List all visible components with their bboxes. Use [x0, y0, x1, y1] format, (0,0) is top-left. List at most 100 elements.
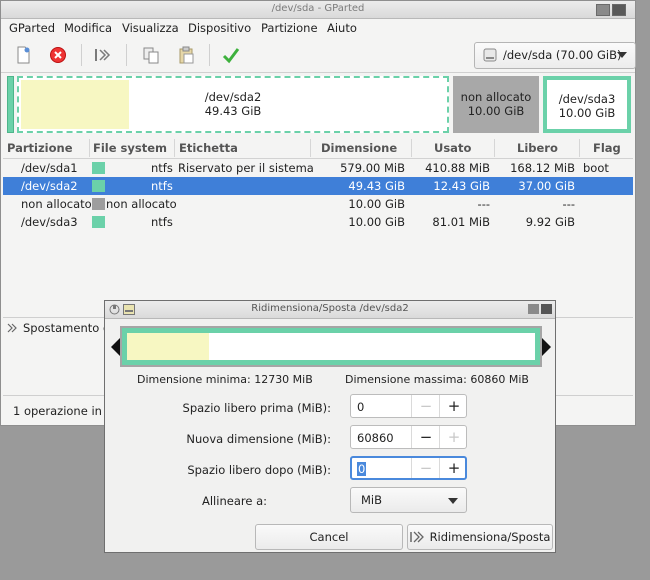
- dialog-minimize-button[interactable]: [528, 304, 539, 314]
- cell-fs: non allocato: [106, 197, 177, 211]
- new-partition-button[interactable]: [12, 44, 34, 66]
- paste-button[interactable]: [175, 44, 197, 66]
- free-after-label: Spazio libero dopo (MiB):: [187, 463, 331, 477]
- cancel-button[interactable]: Cancel: [255, 524, 403, 550]
- menu-visualizza[interactable]: Visualizza: [122, 21, 179, 35]
- menu-gparted[interactable]: GParted: [9, 21, 55, 35]
- copy-button[interactable]: [140, 44, 162, 66]
- cell-used: ---: [477, 197, 490, 211]
- cell-used: 12.43 GiB: [433, 179, 490, 193]
- resize-move-button[interactable]: [92, 44, 114, 66]
- menu-aiuto[interactable]: Aiuto: [327, 21, 357, 35]
- cell-partition: /dev/sda3: [21, 215, 78, 229]
- partition-resize-box[interactable]: [122, 328, 540, 365]
- resize-icon: [409, 531, 424, 543]
- max-size-text: Dimensione massima: 60860 MiB: [345, 373, 529, 386]
- window-title: /dev/sda - GParted: [271, 3, 365, 14]
- delete-partition-button[interactable]: [47, 44, 69, 66]
- paste-icon: [179, 46, 194, 64]
- free-after-plus-button[interactable]: +: [439, 458, 468, 478]
- fs-color-swatch: [92, 198, 105, 210]
- table-row[interactable]: /dev/sda1 ntfs Riservato per il sistema …: [3, 159, 633, 177]
- col-size[interactable]: Dimensione: [321, 141, 397, 155]
- cell-used: 410.88 MiB: [425, 161, 490, 175]
- new-size-minus-button[interactable]: −: [411, 426, 440, 448]
- cell-size: 579.00 MiB: [340, 161, 405, 175]
- delete-icon: [50, 47, 66, 63]
- device-selector[interactable]: /dev/sda (70.00 GiB): [474, 42, 636, 69]
- table-header: Partizione File system Etichetta Dimensi…: [3, 139, 633, 159]
- cell-flag: boot: [583, 161, 609, 175]
- col-used[interactable]: Usato: [434, 141, 471, 155]
- sda2-size: 49.43 GiB: [204, 104, 262, 118]
- new-size-label: Nuova dimensione (MiB):: [186, 432, 331, 446]
- cancel-label: Cancel: [309, 530, 349, 544]
- col-partition[interactable]: Partizione: [7, 141, 73, 155]
- cell-partition: non allocato: [21, 197, 92, 211]
- right-arrow-handle[interactable]: [542, 338, 551, 356]
- col-free[interactable]: Libero: [517, 141, 558, 155]
- chevron-down-icon: [448, 498, 458, 504]
- partition-block-sda1[interactable]: [7, 76, 14, 133]
- cell-fs: ntfs: [151, 179, 173, 193]
- cell-label: Riservato per il sistema: [178, 161, 314, 175]
- expander-icon[interactable]: [7, 323, 17, 333]
- unalloc-name: non allocato: [460, 90, 532, 104]
- table-row-selected[interactable]: /dev/sda2 ntfs 49.43 GiB 12.43 GiB 37.00…: [3, 177, 633, 195]
- sda3-name: /dev/sda3: [558, 92, 616, 106]
- cell-size: 10.00 GiB: [348, 215, 405, 229]
- resize-move-confirm-button[interactable]: Ridimensiona/Sposta: [407, 524, 553, 550]
- cell-free: 9.92 GiB: [525, 215, 575, 229]
- new-size-value: 60860: [357, 431, 394, 445]
- cell-used: 81.01 MiB: [432, 215, 490, 229]
- free-after-minus-button[interactable]: −: [411, 458, 440, 478]
- min-size-text: Dimensione minima: 12730 MiB: [137, 373, 313, 386]
- col-flag[interactable]: Flag: [593, 141, 621, 155]
- dialog-maximize-button[interactable]: [541, 304, 552, 314]
- partition-map: /dev/sda2 49.43 GiB non allocato 10.00 G…: [7, 76, 631, 133]
- menu-dispositivo[interactable]: Dispositivo: [188, 21, 251, 35]
- free-before-label: Spazio libero prima (MiB):: [182, 401, 331, 415]
- free-before-plus-button[interactable]: +: [439, 395, 468, 417]
- partition-block-sda3[interactable]: /dev/sda3 10.00 GiB: [543, 76, 631, 133]
- free-before-field[interactable]: 0 − +: [350, 394, 467, 418]
- unalloc-size: 10.00 GiB: [467, 104, 525, 118]
- fs-color-swatch: [92, 162, 105, 174]
- cell-fs: ntfs: [151, 161, 173, 175]
- new-size-plus-button[interactable]: +: [439, 426, 468, 448]
- menu-bar: GParted Modifica Visualizza Dispositivo …: [1, 18, 635, 38]
- resize-move-label: Ridimensiona/Sposta: [429, 530, 551, 544]
- apply-button[interactable]: [220, 44, 242, 66]
- align-select[interactable]: MiB: [350, 487, 467, 513]
- menu-modifica[interactable]: Modifica: [64, 21, 112, 35]
- cell-partition: /dev/sda2: [21, 179, 78, 193]
- resize-icon: [95, 49, 111, 61]
- used-space-bar: [127, 333, 209, 360]
- cell-size: 10.00 GiB: [348, 197, 405, 211]
- minimize-button[interactable]: [596, 4, 610, 16]
- new-size-field[interactable]: 60860 − +: [350, 425, 467, 449]
- table-row[interactable]: non allocato non allocato 10.00 GiB --- …: [3, 195, 633, 213]
- resize-dialog: Ridimensiona/Sposta /dev/sda2 Dimensione…: [104, 300, 556, 553]
- cell-fs: ntfs: [151, 215, 173, 229]
- copy-icon: [143, 47, 159, 64]
- partition-block-unallocated[interactable]: non allocato 10.00 GiB: [453, 76, 539, 133]
- cell-free: ---: [562, 197, 575, 211]
- free-after-field[interactable]: 0 − +: [350, 456, 467, 480]
- cell-free: 37.00 GiB: [518, 179, 575, 193]
- cell-size: 49.43 GiB: [348, 179, 405, 193]
- menu-partizione[interactable]: Partizione: [261, 21, 318, 35]
- fs-color-swatch: [92, 216, 105, 228]
- pending-operation: Spostamento di: [23, 321, 114, 335]
- align-value: MiB: [361, 493, 383, 507]
- col-label[interactable]: Etichetta: [179, 141, 238, 155]
- maximize-button[interactable]: [612, 4, 626, 16]
- table-row[interactable]: /dev/sda3 ntfs 10.00 GiB 81.01 MiB 9.92 …: [3, 213, 633, 231]
- free-before-minus-button[interactable]: −: [411, 395, 440, 417]
- device-label: /dev/sda (70.00 GiB): [503, 48, 622, 62]
- dialog-title: Ridimensiona/Sposta /dev/sda2: [251, 303, 409, 314]
- partition-block-sda2[interactable]: /dev/sda2 49.43 GiB: [17, 76, 449, 133]
- col-filesystem[interactable]: File system: [93, 141, 167, 155]
- left-arrow-handle[interactable]: [111, 338, 120, 356]
- fs-color-swatch: [92, 180, 105, 192]
